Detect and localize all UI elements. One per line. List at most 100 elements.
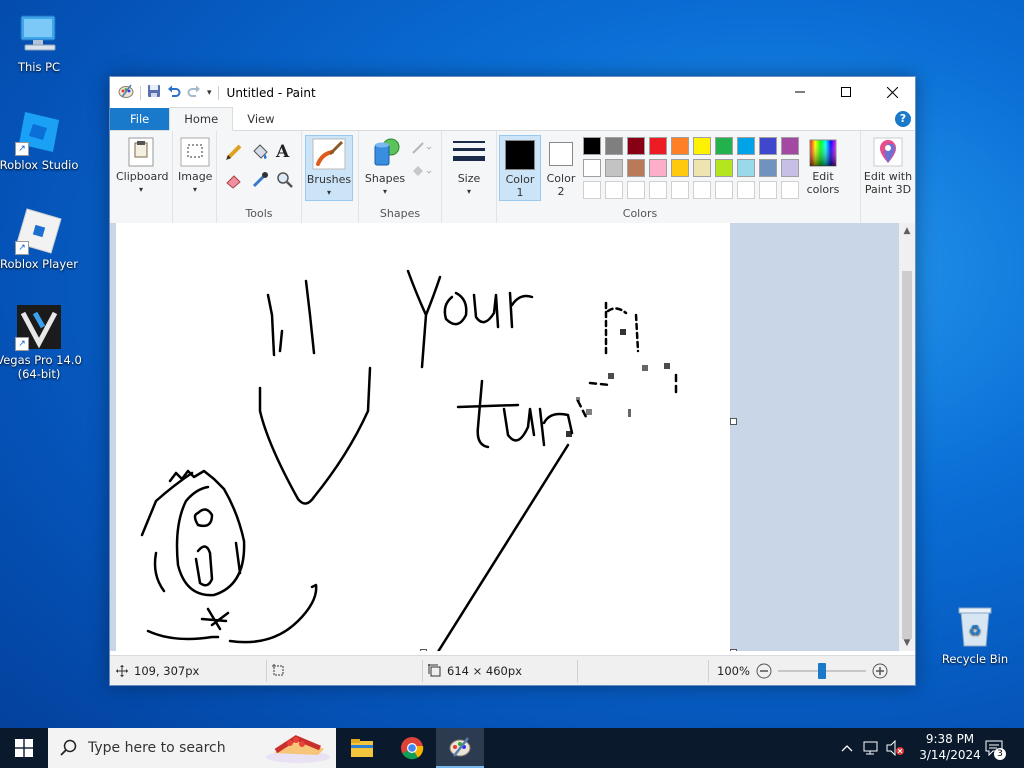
start-button[interactable] — [0, 728, 48, 768]
custom-color-slot[interactable] — [759, 181, 777, 199]
color2-button[interactable]: Color 2 — [541, 135, 581, 199]
palette-swatch[interactable] — [627, 137, 645, 155]
custom-color-slot[interactable] — [671, 181, 689, 199]
pencil-tool[interactable] — [225, 143, 243, 164]
canvas-resize-handle[interactable] — [730, 418, 737, 425]
palette-swatch[interactable] — [671, 137, 689, 155]
clipboard-button[interactable]: Clipboard ▾ — [116, 135, 169, 215]
custom-color-slot[interactable] — [583, 181, 601, 199]
desktop-icon-this-pc[interactable]: This PC — [0, 10, 82, 74]
color1-button[interactable]: Color 1 — [499, 135, 541, 201]
taskbar-paint[interactable] — [436, 728, 484, 768]
custom-color-slot[interactable] — [737, 181, 755, 199]
palette-swatch[interactable] — [649, 137, 667, 155]
shortcut-arrow-icon: ↗ — [15, 142, 29, 156]
color2-swatch — [549, 142, 573, 166]
scroll-down-icon[interactable]: ▼ — [899, 635, 915, 651]
taskbar-chrome[interactable] — [388, 728, 436, 768]
palette-swatch[interactable] — [693, 137, 711, 155]
close-button[interactable] — [869, 77, 915, 107]
drawing-canvas[interactable] — [116, 223, 730, 651]
tab-file[interactable]: File — [110, 108, 170, 130]
canvas-resize-handle[interactable] — [420, 649, 427, 651]
desktop-icon-recycle-bin[interactable]: ♻ Recycle Bin — [932, 602, 1018, 666]
zoom-slider[interactable] — [777, 662, 866, 679]
fill-button[interactable] — [411, 163, 433, 182]
custom-color-slot[interactable] — [693, 181, 711, 199]
pencil-icon — [226, 144, 242, 160]
palette-swatch[interactable] — [605, 159, 623, 177]
palette-swatch[interactable] — [715, 159, 733, 177]
zoom-slider-thumb[interactable] — [817, 662, 826, 679]
outline-button[interactable] — [411, 139, 433, 158]
tab-view[interactable]: View — [233, 108, 288, 130]
palette-swatch[interactable] — [759, 159, 777, 177]
desktop-icon-vegas-pro[interactable]: ↗ Vegas Pro 14.0 (64-bit) — [0, 303, 82, 381]
paint3d-label-1: Edit with — [863, 170, 913, 183]
show-hidden-icons[interactable] — [838, 728, 856, 768]
taskbar-file-explorer[interactable] — [338, 728, 386, 768]
desktop-icon-roblox-player[interactable]: ↗ Roblox Player — [0, 207, 82, 271]
canvas-resize-handle[interactable] — [730, 649, 737, 651]
tab-home[interactable]: Home — [169, 107, 234, 131]
palette-swatch[interactable] — [627, 159, 645, 177]
custom-color-slot[interactable] — [715, 181, 733, 199]
system-clock[interactable]: 9:38 PM 3/14/2024 — [914, 731, 986, 763]
fill-tool[interactable] — [251, 143, 269, 164]
undo-icon[interactable] — [167, 84, 181, 101]
palette-swatch[interactable] — [759, 137, 777, 155]
help-icon[interactable]: ? — [895, 111, 911, 127]
palette-swatch[interactable] — [583, 137, 601, 155]
zoom-controls: 100% — [717, 656, 888, 685]
chevron-up-icon — [841, 745, 853, 752]
shapes-group: Shapes ▾ Shapes — [359, 131, 442, 223]
network-status[interactable] — [860, 728, 882, 768]
eraser-tool[interactable] — [225, 171, 243, 192]
palette-swatch[interactable] — [649, 159, 667, 177]
search-box[interactable]: Type here to search — [48, 728, 336, 768]
palette-swatch[interactable] — [781, 137, 799, 155]
palette-swatch[interactable] — [693, 159, 711, 177]
save-icon[interactable] — [147, 84, 161, 101]
palette-swatch[interactable] — [671, 159, 689, 177]
palette-swatch[interactable] — [737, 159, 755, 177]
status-bar: 109, 307px 614 × 460px 100% — [110, 655, 915, 685]
action-center-button[interactable]: 3 — [982, 728, 1006, 768]
tools-group: A Tools — [217, 131, 302, 223]
size-group: Size ▾ — [442, 131, 497, 223]
magnifier-tool[interactable] — [276, 171, 294, 192]
edit-with-paint3d-button[interactable]: Edit with Paint 3D — [861, 135, 915, 201]
scroll-up-icon[interactable]: ▲ — [899, 223, 915, 239]
custom-color-slot[interactable] — [605, 181, 623, 199]
edit-colors-button[interactable]: Edit colors — [799, 135, 847, 201]
palette-swatch[interactable] — [583, 159, 601, 177]
vertical-scrollbar[interactable]: ▲ ▼ — [899, 223, 915, 651]
dropdown-arrow-icon: ▾ — [382, 187, 387, 196]
maximize-button[interactable] — [823, 77, 869, 107]
palette-swatch[interactable] — [605, 137, 623, 155]
redo-icon[interactable] — [187, 84, 201, 101]
paint-bucket-icon — [253, 144, 268, 159]
custom-color-slot[interactable] — [649, 181, 667, 199]
palette-swatch[interactable] — [715, 137, 733, 155]
custom-color-slot[interactable] — [781, 181, 799, 199]
custom-color-slot[interactable] — [627, 181, 645, 199]
palette-swatch[interactable] — [737, 137, 755, 155]
desktop-icon-roblox-studio[interactable]: ↗ Roblox Studio — [0, 108, 82, 172]
zoom-in-icon[interactable] — [872, 663, 888, 679]
title-bar: ▾ Untitled - Paint — [110, 77, 915, 108]
brushes-button[interactable]: Brushes ▾ — [305, 135, 353, 201]
shapes-button[interactable]: Shapes ▾ — [363, 135, 407, 199]
image-button[interactable]: Image ▾ — [178, 135, 212, 215]
paint-app-icon[interactable] — [118, 83, 134, 102]
minimize-button[interactable] — [777, 77, 823, 107]
text-tool[interactable]: A — [276, 142, 289, 162]
customize-toolbar-icon[interactable]: ▾ — [207, 88, 212, 98]
size-button[interactable]: Size ▾ — [448, 135, 490, 199]
clipboard-icon — [126, 137, 156, 167]
scrollbar-thumb[interactable] — [902, 271, 912, 639]
palette-swatch[interactable] — [781, 159, 799, 177]
volume-status[interactable] — [884, 728, 906, 768]
color-picker-tool[interactable] — [251, 171, 269, 192]
zoom-out-icon[interactable] — [756, 663, 772, 679]
